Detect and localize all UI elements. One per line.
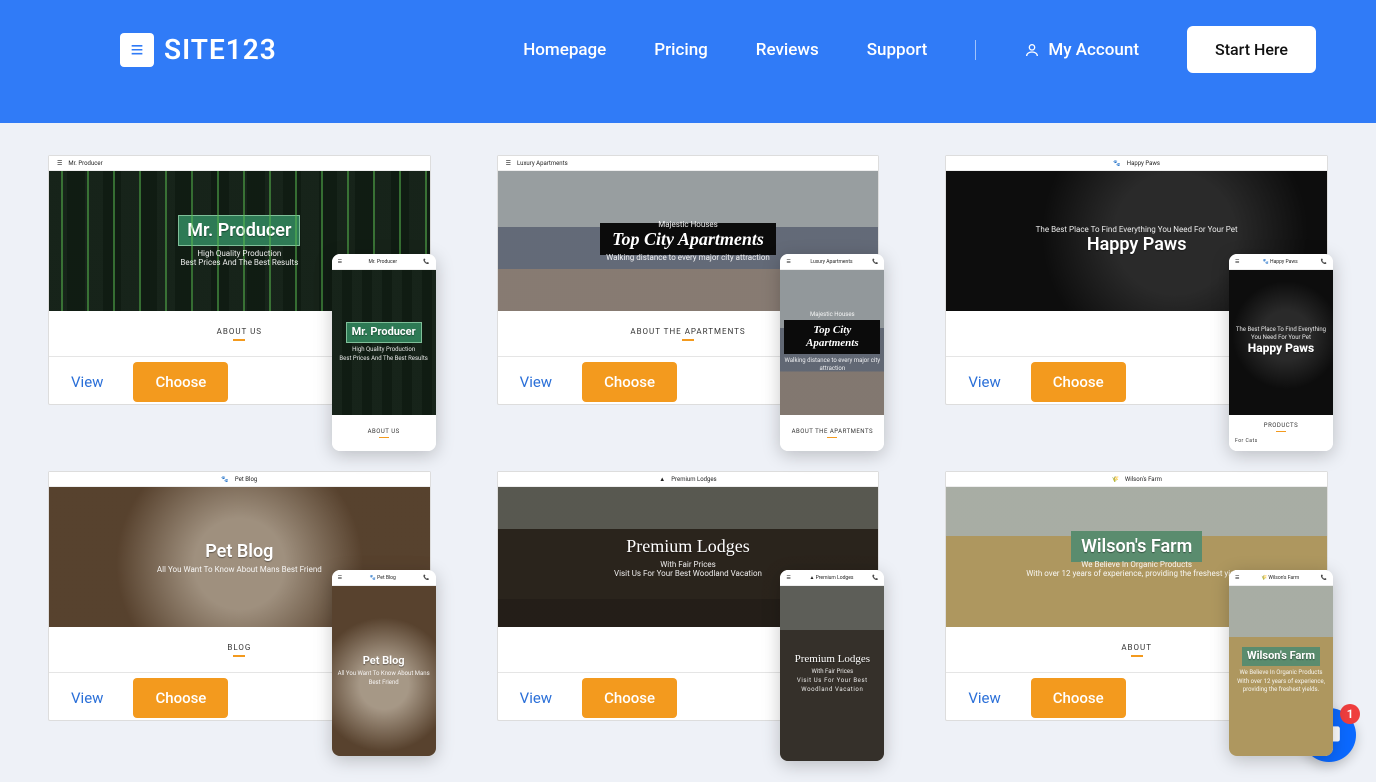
nav-reviews[interactable]: Reviews: [756, 40, 819, 60]
view-link[interactable]: View: [520, 689, 552, 707]
header-band: [0, 99, 1376, 123]
nav-pricing[interactable]: Pricing: [654, 40, 708, 60]
chat-unread-badge: 1: [1340, 704, 1360, 724]
template-card: ▲Premium Lodges Premium Lodges With Fair…: [497, 471, 880, 721]
view-link[interactable]: View: [71, 689, 103, 707]
nav-support[interactable]: Support: [867, 40, 928, 60]
choose-button[interactable]: Choose: [133, 678, 228, 718]
main-nav: Homepage Pricing Reviews Support My Acco…: [523, 26, 1316, 73]
choose-button[interactable]: Choose: [582, 678, 677, 718]
template-card: 🌾Wilson's Farm Wilson's Farm We Believe …: [945, 471, 1328, 721]
template-card: 🐾Pet Blog Pet Blog All You Want To Know …: [48, 471, 431, 721]
logo-text: SITE123: [164, 33, 277, 66]
template-mobile-preview[interactable]: ☰🐾 Pet Blog📞 Pet Blog All You Want To Kn…: [332, 570, 436, 756]
my-account-label: My Account: [1048, 40, 1139, 60]
view-link[interactable]: View: [71, 373, 103, 391]
template-mobile-preview[interactable]: ☰🌾 Wilson's Farm📞 Wilson's Farm We Belie…: [1229, 570, 1333, 756]
logo-icon: ≡: [120, 33, 154, 67]
choose-button[interactable]: Choose: [1031, 678, 1126, 718]
nav-homepage[interactable]: Homepage: [523, 40, 606, 60]
template-card: ☰Luxury Apartments Majestic Houses Top C…: [497, 155, 880, 405]
user-icon: [1024, 42, 1040, 58]
choose-button[interactable]: Choose: [582, 362, 677, 402]
template-mobile-preview[interactable]: ☰🐾 Happy Paws📞 The Best Place To Find Ev…: [1229, 254, 1333, 451]
choose-button[interactable]: Choose: [1031, 362, 1126, 402]
my-account-link[interactable]: My Account: [1024, 40, 1139, 60]
template-mobile-preview[interactable]: ☰▲ Premium Lodges📞 Premium Lodges With F…: [780, 570, 884, 761]
template-card: 🐾Happy Paws The Best Place To Find Every…: [945, 155, 1328, 405]
start-here-button[interactable]: Start Here: [1187, 26, 1316, 73]
view-link[interactable]: View: [968, 689, 1000, 707]
template-grid: ☰Mr. Producer Mr. Producer High Quality …: [0, 123, 1376, 721]
choose-button[interactable]: Choose: [133, 362, 228, 402]
template-mobile-preview[interactable]: ☰Mr. Producer📞 Mr. Producer High Quality…: [332, 254, 436, 451]
template-mobile-preview[interactable]: ☰Luxury Apartments📞 Majestic Houses Top …: [780, 254, 884, 451]
nav-divider: [975, 40, 976, 60]
view-link[interactable]: View: [520, 373, 552, 391]
template-card: ☰Mr. Producer Mr. Producer High Quality …: [48, 155, 431, 405]
site-logo[interactable]: ≡ SITE123: [120, 33, 277, 67]
site-header: ≡ SITE123 Homepage Pricing Reviews Suppo…: [0, 0, 1376, 99]
view-link[interactable]: View: [968, 373, 1000, 391]
